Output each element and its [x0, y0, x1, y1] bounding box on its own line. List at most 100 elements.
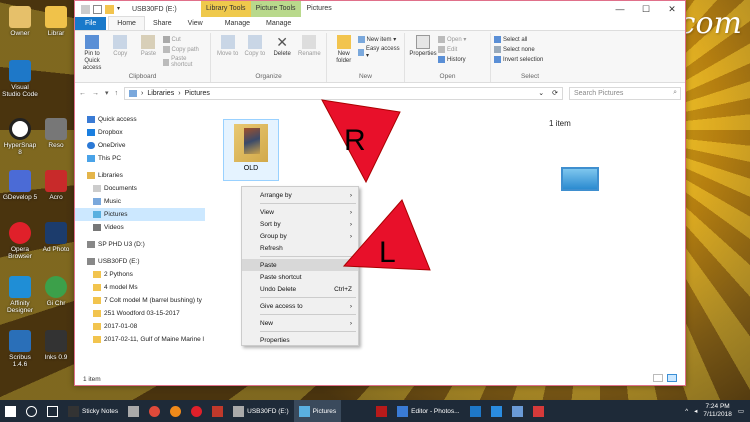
nav-libraries[interactable]: Libraries: [75, 169, 205, 182]
refresh-icon[interactable]: ⟳: [552, 89, 558, 97]
desktop-icon-vscode[interactable]: Visual Studio Code: [2, 60, 38, 98]
desktop-icon-acro[interactable]: Acro: [38, 170, 74, 201]
desktop-icon-hypersnap[interactable]: HyperSnap 8: [2, 118, 38, 156]
folder-old[interactable]: OLD: [223, 119, 279, 181]
desktop-icon-opera[interactable]: Opera Browser: [2, 222, 38, 260]
properties-icon[interactable]: [81, 4, 90, 14]
invert-selection-button[interactable]: Invert selection: [494, 56, 543, 63]
nav-onedrive[interactable]: OneDrive: [75, 139, 205, 152]
chevron-up-icon[interactable]: ^: [685, 408, 688, 415]
tab-share[interactable]: Share: [145, 17, 180, 30]
desktop-icon-librar[interactable]: Librar: [38, 6, 74, 37]
desktop-icon-adobe-photo[interactable]: Ad Photo: [38, 222, 74, 253]
menu-new[interactable]: New ›: [242, 317, 358, 329]
select-none-button[interactable]: Select none: [494, 46, 543, 53]
history-button[interactable]: History: [438, 56, 466, 63]
notifications-icon[interactable]: ▭: [738, 407, 744, 415]
forward-icon[interactable]: →: [92, 90, 99, 97]
desktop-icon-reso[interactable]: Reso: [38, 118, 74, 149]
tab-home[interactable]: Home: [108, 16, 145, 30]
details-view-button[interactable]: [653, 374, 663, 382]
search-taskbar-button[interactable]: [21, 400, 42, 422]
nav-music[interactable]: Music: [75, 195, 205, 208]
nav-folder[interactable]: 2017-01-08: [75, 320, 205, 333]
scissors-icon: [162, 36, 170, 43]
menu-paste[interactable]: Paste: [242, 259, 358, 271]
desktop-icon-chrome[interactable]: Gi Chr: [38, 276, 74, 307]
nav-folder[interactable]: 2017-02-11, Gulf of Maine Marine l: [75, 333, 205, 346]
dropdown-icon[interactable]: ▾: [117, 5, 126, 14]
nav-sp-phd[interactable]: SP PHD U3 (D:): [75, 238, 205, 251]
open-button[interactable]: Open ▾: [438, 36, 466, 43]
nav-folder[interactable]: 7 Colt model M (barrel bushing) ty: [75, 294, 205, 307]
menu-give-access[interactable]: Give access to ›: [242, 300, 358, 312]
taskbar-usb-drive[interactable]: USB30FD (E:): [228, 400, 294, 422]
folder-icon[interactable]: [105, 4, 114, 14]
menu-sort-by[interactable]: Sort by ›: [242, 218, 358, 230]
desktop-icon-affinity[interactable]: Affinity Designer: [2, 276, 38, 314]
breadcrumb-pictures[interactable]: Pictures: [185, 90, 210, 97]
menu-properties[interactable]: Properties: [242, 334, 358, 346]
nav-pictures[interactable]: Pictures: [75, 208, 205, 221]
address-dropdown-icon[interactable]: ⌄: [538, 89, 544, 97]
taskbar-firefox[interactable]: [165, 400, 186, 422]
desktop-icon-inkscape[interactable]: Inks 0.9: [38, 330, 74, 361]
checkmark-icon[interactable]: [93, 4, 102, 14]
select-all-button[interactable]: Select all: [494, 36, 543, 43]
up-icon[interactable]: ↑: [115, 90, 119, 97]
menu-paste-shortcut[interactable]: Paste shortcut: [242, 271, 358, 283]
nav-dropbox[interactable]: Dropbox: [75, 126, 205, 139]
taskbar-opera[interactable]: [186, 400, 207, 422]
taskbar-vs[interactable]: [465, 400, 486, 422]
search-input[interactable]: Search Pictures ⌕: [569, 86, 681, 100]
edit-button[interactable]: Edit: [438, 46, 466, 53]
taskbar-app2[interactable]: [207, 400, 228, 422]
volume-icon[interactable]: ◂: [694, 407, 697, 415]
start-button[interactable]: [0, 400, 21, 422]
menu-arrange-by[interactable]: Arrange by ›: [242, 189, 358, 201]
tab-manage-picture[interactable]: Manage: [258, 17, 299, 30]
taskbar-app[interactable]: [123, 400, 144, 422]
nav-folder[interactable]: 4 model Ms: [75, 281, 205, 294]
desktop-icon-gdevelop[interactable]: GDevelop 5: [2, 170, 38, 201]
large-icons-view-button[interactable]: [667, 374, 677, 382]
clock[interactable]: 7:24 PM 7/11/2018: [703, 403, 731, 419]
desktop-icon-owner[interactable]: Owner: [2, 6, 38, 37]
address-bar[interactable]: › Libraries › Pictures ⌄ ⟳: [124, 86, 563, 100]
nav-folder[interactable]: 251 Woodford 03-15-2017: [75, 307, 205, 320]
recent-dropdown-icon[interactable]: ▾: [105, 89, 109, 97]
cut-button[interactable]: Cut: [162, 36, 207, 43]
nav-videos[interactable]: Videos: [75, 221, 205, 234]
maximize-button[interactable]: ☐: [633, 1, 659, 17]
copy-path-button[interactable]: Copy path: [162, 46, 207, 53]
close-button[interactable]: ✕: [659, 1, 685, 17]
taskbar-app4[interactable]: [528, 400, 549, 422]
tab-manage-library[interactable]: Manage: [217, 17, 258, 30]
taskbar-editor-photos[interactable]: Editor - Photos...: [392, 400, 464, 422]
taskbar-filezilla[interactable]: [371, 400, 392, 422]
taskbar-sticky-notes[interactable]: Sticky Notes: [63, 400, 123, 422]
taskbar-chrome[interactable]: [144, 400, 165, 422]
nav-quick-access[interactable]: Quick access: [75, 113, 205, 126]
back-icon[interactable]: ←: [79, 90, 86, 97]
tab-file[interactable]: File: [75, 17, 107, 30]
nav-folder[interactable]: 2 Pythons: [75, 268, 205, 281]
taskbar-pictures[interactable]: Pictures: [293, 400, 342, 422]
nav-documents[interactable]: Documents: [75, 182, 205, 195]
menu-group-by[interactable]: Group by ›: [242, 230, 358, 242]
new-item-button[interactable]: New item ▾: [357, 36, 401, 43]
menu-refresh[interactable]: Refresh: [242, 242, 358, 254]
menu-undo-delete[interactable]: Undo Delete Ctrl+Z: [242, 283, 358, 295]
taskbar-app3[interactable]: [507, 400, 528, 422]
nav-usb[interactable]: USB30FD (E:): [75, 255, 205, 268]
menu-view[interactable]: View ›: [242, 206, 358, 218]
nav-this-pc[interactable]: This PC: [75, 152, 205, 165]
breadcrumb-libraries[interactable]: Libraries: [147, 90, 174, 97]
taskbar-vscode[interactable]: [486, 400, 507, 422]
paste-shortcut-button[interactable]: Paste shortcut: [162, 56, 207, 68]
easy-access-button[interactable]: Easy access ▾: [357, 46, 401, 59]
minimize-button[interactable]: —: [607, 1, 633, 17]
task-view-button[interactable]: [42, 400, 63, 422]
tab-view[interactable]: View: [180, 17, 211, 30]
desktop-icon-scribus[interactable]: Scribus 1.4.6: [2, 330, 38, 368]
